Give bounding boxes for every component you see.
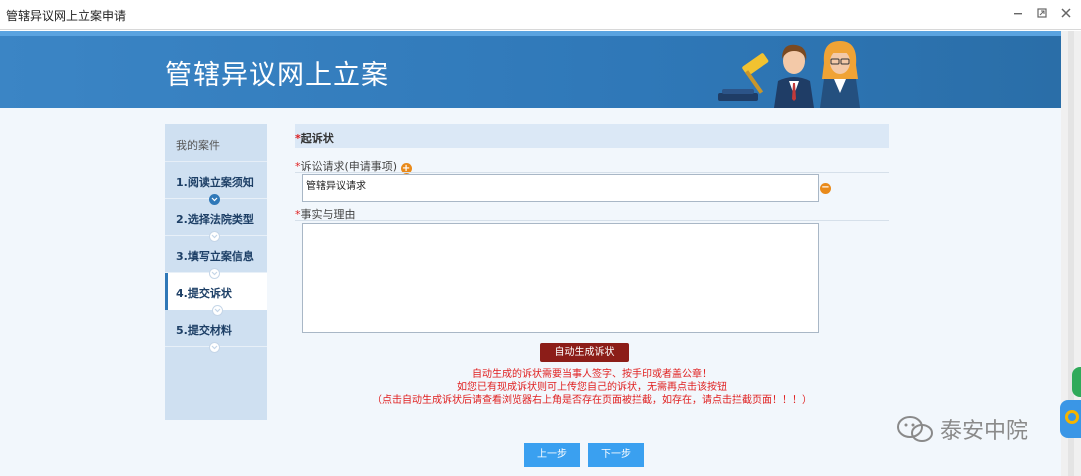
minimize-icon[interactable]: [1011, 6, 1025, 20]
man-figure-icon: [774, 44, 814, 108]
wechat-icon: [897, 416, 933, 442]
steps-sidebar: 我的案件 1.阅读立案须知 2.选择法院类型 3.填写立案信息 4.提交诉状 5…: [165, 124, 267, 420]
side-float-widget[interactable]: [1072, 367, 1081, 397]
next-step-button[interactable]: 下一步: [588, 443, 644, 467]
label-underline: [295, 172, 889, 173]
watermark-text: 泰安中院: [940, 419, 1029, 444]
help-ring-icon: [1065, 410, 1079, 424]
step-done-chevron-icon: [209, 194, 220, 205]
lawyers-illustration: [718, 41, 860, 108]
remove-claim-icon[interactable]: −: [820, 183, 831, 194]
step-chevron-icon: [209, 342, 220, 353]
facts-textarea[interactable]: [302, 223, 819, 333]
gavel-icon: [718, 53, 769, 101]
sidebar-step-label: 4.提交诉状: [176, 287, 232, 300]
note-line: 如您已有现成诉状则可上传您自己的诉状，无需再点击该按钮: [457, 382, 727, 393]
banner-top-stripe: [0, 31, 1061, 36]
step-chevron-icon: [209, 231, 220, 242]
note-line: 自动生成的诉状需要当事人签字、按手印或者盖公章！: [472, 369, 712, 380]
sidebar-header: 我的案件: [165, 124, 267, 162]
watermark: 泰安中院: [896, 412, 1056, 446]
step-chevron-icon: [212, 305, 223, 316]
section-title: 起诉状: [300, 132, 334, 145]
prev-step-button[interactable]: 上一步: [524, 443, 580, 467]
complaint-form: *起诉状 *诉讼请求(申请事项) + 管辖异议请求 − *事实与理由 自动生成诉…: [295, 124, 889, 424]
side-help-widget[interactable]: [1060, 400, 1081, 438]
restore-icon[interactable]: [1035, 6, 1049, 20]
label-underline: [295, 220, 889, 221]
sidebar-step-label: 1.阅读立案须知: [176, 176, 254, 189]
close-icon[interactable]: [1059, 6, 1073, 20]
sidebar-step-label: 2.选择法院类型: [176, 213, 254, 226]
note-line: （点击自动生成诉状后请查看浏览器右上角是否存在页面被拦截，如存在，请点击拦截页面…: [372, 395, 812, 406]
section-header: *起诉状: [295, 124, 889, 148]
step-chevron-icon: [209, 268, 220, 279]
banner-title: 管辖异议网上立案: [165, 60, 389, 91]
sidebar-step-label: 5.提交材料: [176, 324, 232, 337]
page-banner: 管辖异议网上立案: [0, 31, 1061, 108]
sidebar-step-read-notice[interactable]: 1.阅读立案须知: [165, 162, 267, 205]
generate-notes: 自动生成的诉状需要当事人签字、按手印或者盖公章！ 如您已有现成诉状则可上传您自己…: [295, 368, 889, 407]
woman-figure-icon: [820, 41, 860, 108]
window-titlebar: 管辖异议网上立案申请: [0, 0, 1081, 30]
window-title: 管辖异议网上立案申请: [6, 9, 127, 23]
claims-textarea[interactable]: 管辖异议请求: [302, 174, 819, 202]
window-controls: [1011, 6, 1073, 20]
sidebar-step-label: 3.填写立案信息: [176, 250, 254, 263]
generate-complaint-button[interactable]: 自动生成诉状: [540, 343, 629, 362]
